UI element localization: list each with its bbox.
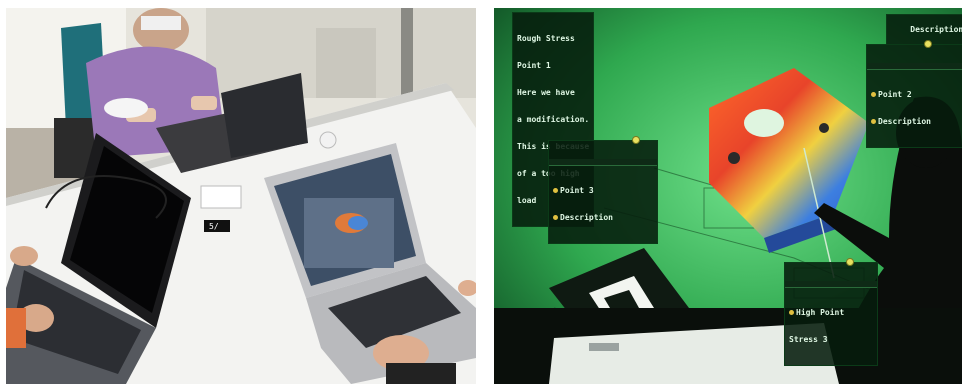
hud-point-3-header	[549, 159, 657, 166]
hud-high-point-stress[interactable]: High Point Stress 3	[784, 262, 878, 366]
point-2-description: Description	[878, 117, 931, 126]
hud-high-point-header	[785, 281, 877, 288]
right-photo-ar-projection: Rough Stress Point 1 Here we have a modi…	[494, 8, 962, 384]
hud-point-2[interactable]: Point 2 Description	[866, 44, 962, 148]
point-3-title: Point 3	[560, 186, 594, 195]
top-right-description: Description	[910, 25, 962, 34]
left-photo-collaborative-workspace: 5/	[6, 8, 476, 384]
annotation-pin-high-stress[interactable]	[846, 258, 854, 266]
rough-stress-line-1: Rough Stress	[517, 34, 575, 43]
rough-stress-line-3: Here we have	[517, 88, 575, 97]
point-2-title: Point 2	[878, 90, 912, 99]
point-3-description: Description	[560, 213, 613, 222]
high-point-pin-icon	[789, 310, 794, 315]
annotation-pin-point-3[interactable]	[632, 136, 640, 144]
annotation-pin-point-2[interactable]	[924, 40, 932, 48]
hud-point-2-header	[867, 63, 962, 70]
point-2-pin-icon	[871, 92, 876, 97]
high-point-line-1: High Point	[796, 308, 845, 317]
hud-top-right[interactable]: Description	[886, 14, 962, 45]
point-3-pin-icon	[553, 188, 558, 193]
left-photo-scene: 5/	[6, 8, 476, 384]
point-2-desc-icon	[871, 119, 876, 124]
marker-label: 5/	[209, 222, 219, 231]
high-point-line-2: Stress 3	[789, 335, 828, 344]
rough-stress-line-2: Point 1	[517, 61, 551, 70]
point-3-desc-icon	[553, 215, 558, 220]
hud-point-3[interactable]: Point 3 Description	[548, 140, 658, 244]
rough-stress-line-4: a modification.	[517, 115, 590, 124]
